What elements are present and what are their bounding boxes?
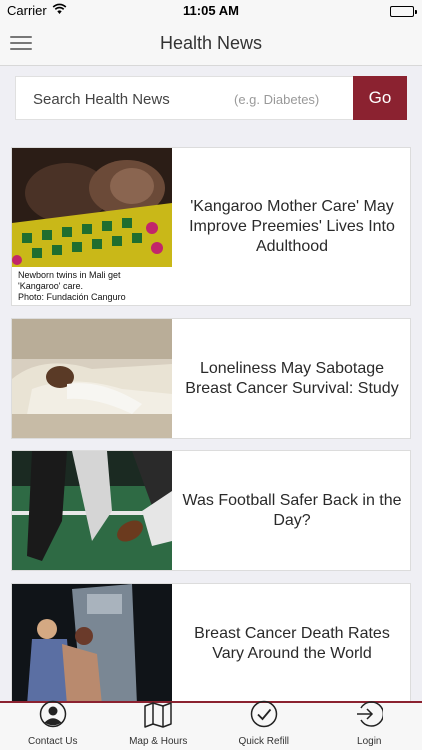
go-button[interactable]: Go — [353, 76, 407, 120]
caption-line: 'Kangaroo' care. — [18, 281, 83, 291]
person-icon — [39, 700, 67, 736]
article-thumbnail[interactable] — [12, 584, 172, 703]
map-icon — [143, 702, 173, 736]
tab-login[interactable]: Login — [317, 700, 422, 750]
battery-icon — [390, 6, 417, 17]
tab-quick-refill[interactable]: Quick Refill — [211, 700, 317, 750]
tab-label: Login — [357, 736, 382, 747]
article-card[interactable]: Newborn twins in Mali get 'Kangaroo' car… — [11, 147, 411, 306]
search-hint: (e.g. Diabetes) — [234, 92, 320, 107]
login-icon — [355, 700, 385, 736]
navigation-bar: Health News — [0, 22, 422, 66]
article-card[interactable]: Loneliness May Sabotage Breast Cancer Su… — [11, 318, 411, 439]
search-bar[interactable]: Search Health News (e.g. Diabetes) Go — [15, 76, 407, 120]
article-card[interactable]: Breast Cancer Death Rates Vary Around th… — [11, 583, 411, 704]
article-headline[interactable]: Breast Cancer Death Rates Vary Around th… — [180, 584, 404, 703]
caption-line: Photo: Fundación Canguro — [18, 292, 126, 302]
tab-label: Quick Refill — [238, 736, 290, 747]
caption-line: Newborn twins in Mali get — [18, 270, 121, 280]
article-thumbnail[interactable] — [12, 451, 172, 570]
search-input[interactable]: Search Health News — [33, 91, 170, 108]
clock: 11:05 AM — [183, 3, 239, 18]
image-caption: Newborn twins in Mali get 'Kangaroo' car… — [12, 267, 172, 305]
tab-map-hours[interactable]: Map & Hours — [106, 702, 212, 750]
article-thumbnail[interactable]: Newborn twins in Mali get 'Kangaroo' car… — [12, 148, 172, 305]
tab-bar: Contact Us Map & Hours Quick Refill Logi… — [0, 700, 422, 750]
article-thumbnail[interactable] — [12, 319, 172, 438]
tab-label: Map & Hours — [129, 736, 188, 747]
article-headline[interactable]: Was Football Safer Back in the Day? — [180, 451, 404, 570]
article-headline[interactable]: Loneliness May Sabotage Breast Cancer Su… — [180, 319, 404, 438]
article-card[interactable]: Was Football Safer Back in the Day? — [11, 450, 411, 571]
article-headline[interactable]: 'Kangaroo Mother Care' May Improve Preem… — [180, 148, 404, 305]
page-title: Health News — [159, 33, 263, 53]
tab-contact-us[interactable]: Contact Us — [0, 700, 106, 750]
status-bar: Carrier 11:05 AM — [0, 0, 422, 22]
tab-label: Contact Us — [28, 736, 78, 747]
checkmark-circle-icon — [250, 700, 278, 736]
